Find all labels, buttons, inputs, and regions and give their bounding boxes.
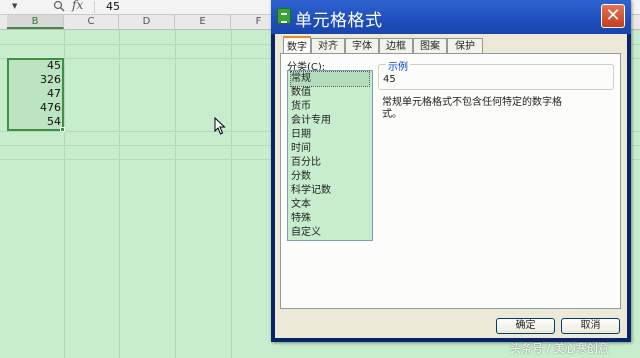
dialog-title-bar[interactable]: 单元格格式 ✕: [271, 0, 631, 35]
sample-value: 45: [383, 74, 396, 85]
cell-value[interactable]: 54: [8, 115, 61, 129]
category-item-fraction[interactable]: 分数: [291, 170, 369, 184]
function-icon[interactable]: fx: [72, 0, 83, 12]
category-item-custom[interactable]: 自定义: [291, 226, 369, 240]
dialog-title: 单元格格式: [295, 11, 383, 31]
app-icon: [277, 8, 291, 24]
category-item-text[interactable]: 文本: [291, 198, 369, 212]
sample-title: 示例: [386, 58, 410, 73]
cell-value[interactable]: 476: [8, 101, 61, 115]
formula-divider: [94, 1, 95, 13]
mouse-pointer-icon: [214, 117, 226, 135]
search-icon[interactable]: [52, 0, 66, 13]
grid-line: [64, 30, 65, 358]
column-header-e[interactable]: E: [175, 15, 231, 29]
number-tab-panel: 分类(C): 常规 数值 货币 会计专用 日期 时间 百分比 分数 科学记数 文…: [280, 53, 621, 309]
category-item-special[interactable]: 特殊: [291, 212, 369, 226]
category-item-time[interactable]: 时间: [291, 142, 369, 156]
format-cells-dialog: 单元格格式 ✕ 数字 对齐 字体 边框 图案 保护 分类(C): 常规 数值 货…: [271, 0, 631, 342]
category-list[interactable]: 常规 数值 货币 会计专用 日期 时间 百分比 分数 科学记数 文本 特殊 自定…: [287, 70, 373, 241]
dialog-body: 数字 对齐 字体 边框 图案 保护 分类(C): 常规 数值 货币 会计专用 日…: [275, 34, 627, 338]
cancel-button[interactable]: 取消: [561, 318, 620, 334]
grid-line: [231, 30, 232, 358]
close-button[interactable]: ✕: [601, 4, 625, 28]
grid-line: [175, 30, 176, 358]
tab-alignment[interactable]: 对齐: [311, 38, 345, 53]
cell-value[interactable]: 326: [8, 73, 61, 87]
tab-border[interactable]: 边框: [379, 38, 413, 53]
tab-font[interactable]: 字体: [345, 38, 379, 53]
tab-patterns[interactable]: 图案: [413, 38, 447, 53]
category-item-date[interactable]: 日期: [291, 128, 369, 142]
watermark: 头条号 / 美心寒创意: [510, 342, 609, 355]
category-item-percentage[interactable]: 百分比: [291, 156, 369, 170]
category-item-scientific[interactable]: 科学记数: [291, 184, 369, 198]
fill-handle[interactable]: [60, 127, 65, 132]
category-item-accounting[interactable]: 会计专用: [291, 114, 369, 128]
name-box-dropdown-icon[interactable]: ▼: [12, 1, 22, 12]
category-item-number[interactable]: 数值: [291, 86, 369, 100]
ok-button[interactable]: 确定: [496, 318, 555, 334]
formula-input[interactable]: 45: [106, 0, 120, 13]
column-header-d[interactable]: D: [119, 15, 175, 29]
grid-line: [119, 30, 120, 358]
column-header-b[interactable]: B: [7, 15, 64, 29]
format-description: 常规单元格格式不包含任何特定的数字格式。: [382, 97, 562, 120]
sample-group: 示例 45: [378, 58, 614, 90]
tab-protection[interactable]: 保护: [447, 38, 483, 53]
cell-value[interactable]: 47: [8, 87, 61, 101]
cell-value[interactable]: 45: [8, 59, 61, 73]
category-item-currency[interactable]: 货币: [291, 100, 369, 114]
column-header-c[interactable]: C: [64, 15, 119, 29]
tab-number[interactable]: 数字: [283, 36, 311, 53]
category-item-general[interactable]: 常规: [290, 71, 370, 87]
